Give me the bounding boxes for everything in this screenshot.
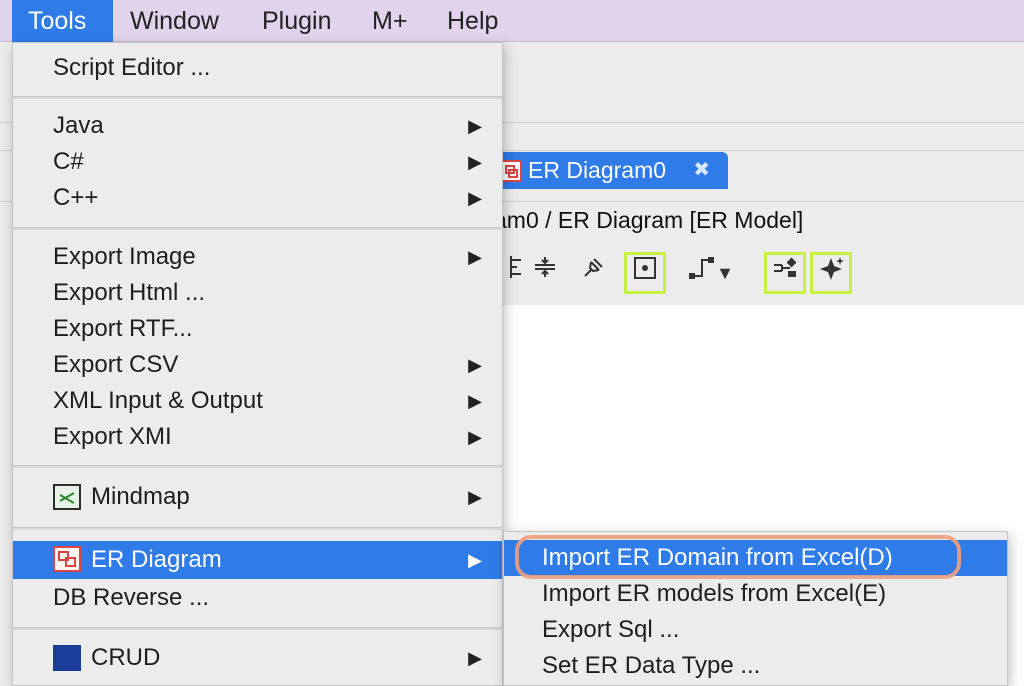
menu-separator [13,227,502,230]
close-icon[interactable]: ✖ [693,152,710,189]
er-diagram-icon [500,160,522,182]
menu-item-label: C++ [53,184,99,211]
submenu-arrow-icon: ▶ [468,247,482,267]
tools-menu: Script Editor ... Java ▶ C# ▶ C++ ▶ Expo… [12,42,503,686]
menu-separator [13,96,502,99]
menu-item-label: Mindmap [91,483,190,510]
breadcrumb: am0 / ER Diagram [ER Model] [494,207,804,233]
submenu-arrow-icon: ▶ [468,116,482,136]
arrange-icon[interactable] [764,252,806,294]
center-icon[interactable] [624,252,666,294]
menu-tools[interactable]: Tools [12,0,113,42]
menu-item-label: Export CSV [53,351,179,378]
menu-help[interactable]: Help [431,0,514,42]
crud-icon [53,645,81,671]
menu-item-label: Java [53,112,104,139]
menu-plugin[interactable]: Plugin [246,0,348,42]
menu-separator [13,527,502,530]
menu-item-xml-input-output[interactable]: XML Input & Output ▶ [13,383,502,419]
menu-separator [13,627,502,630]
menu-item-label: Export RTF... [53,315,193,342]
menu-item-label: XML Input & Output [53,387,263,414]
menu-item-label: Import ER models from Excel(E) [542,580,887,607]
menu-item-csharp[interactable]: C# ▶ [13,144,502,180]
menu-item-export-html[interactable]: Export Html ... [13,275,502,311]
menu-item-label: Export XMI [53,423,172,450]
menu-item-er-diagram[interactable]: ER Diagram ▶ [13,541,502,579]
submenu-item-export-sql[interactable]: Export Sql ... [504,612,1007,648]
submenu-item-set-er-data-type[interactable]: Set ER Data Type ... [504,648,1007,684]
menu-item-label: Export Image [53,243,196,270]
menu-item-label: ER Diagram [91,546,222,573]
menu-window[interactable]: Window [114,0,235,42]
er-diagram-submenu: Import ER Domain from Excel(D) Import ER… [503,531,1008,686]
menu-item-label: CRUD [91,644,161,671]
pin-icon[interactable] [572,252,614,294]
menu-item-label: DB Reverse ... [53,584,210,611]
menu-item-export-rtf[interactable]: Export RTF... [13,311,502,347]
mindmap-icon [53,484,81,510]
menu-item-mindmap[interactable]: Mindmap ▶ [13,479,502,515]
diagram-toolbar: ▼ [494,250,1024,304]
submenu-item-import-er-domain[interactable]: Import ER Domain from Excel(D) [504,540,1007,576]
submenu-arrow-icon: ▶ [468,152,482,172]
menu-item-db-reverse[interactable]: DB Reverse ... [13,580,502,616]
tab-er-diagram0[interactable]: ER Diagram0 ✖ [494,152,728,189]
submenu-item-import-er-models[interactable]: Import ER models from Excel(E) [504,576,1007,612]
menu-item-export-image[interactable]: Export Image ▶ [13,239,502,275]
menubar: Tools Window Plugin M+ Help [0,0,1024,42]
menu-item-label: Set ER Data Type ... [542,652,761,679]
menu-item-label: Script Editor ... [53,54,211,81]
submenu-arrow-icon: ▶ [468,355,482,375]
sparkle-icon[interactable] [810,252,852,294]
menu-item-export-csv[interactable]: Export CSV ▶ [13,347,502,383]
menu-item-crud[interactable]: CRUD ▶ [13,640,502,676]
menu-item-label: C# [53,148,84,175]
menu-item-label: Export Sql ... [542,616,680,643]
submenu-arrow-icon: ▶ [468,487,482,507]
menu-item-label: Import ER Domain from Excel(D) [542,544,893,571]
submenu-arrow-icon: ▶ [468,188,482,208]
menu-item-script-editor[interactable]: Script Editor ... [13,50,502,86]
menu-separator [13,465,502,468]
submenu-arrow-icon: ▶ [468,391,482,411]
submenu-arrow-icon: ▶ [468,550,482,570]
distribute-icon[interactable] [524,252,566,294]
menu-item-cpp[interactable]: C++ ▶ [13,180,502,216]
menu-item-label: Export Html ... [53,279,206,306]
er-diagram-icon [53,546,81,572]
dropdown-icon[interactable]: ▼ [714,252,736,294]
menu-item-java[interactable]: Java ▶ [13,108,502,144]
submenu-arrow-icon: ▶ [468,427,482,447]
submenu-arrow-icon: ▶ [468,648,482,668]
tab-label: ER Diagram0 [528,157,667,183]
menu-m-plus[interactable]: M+ [356,0,423,42]
menu-item-export-xmi[interactable]: Export XMI ▶ [13,419,502,455]
